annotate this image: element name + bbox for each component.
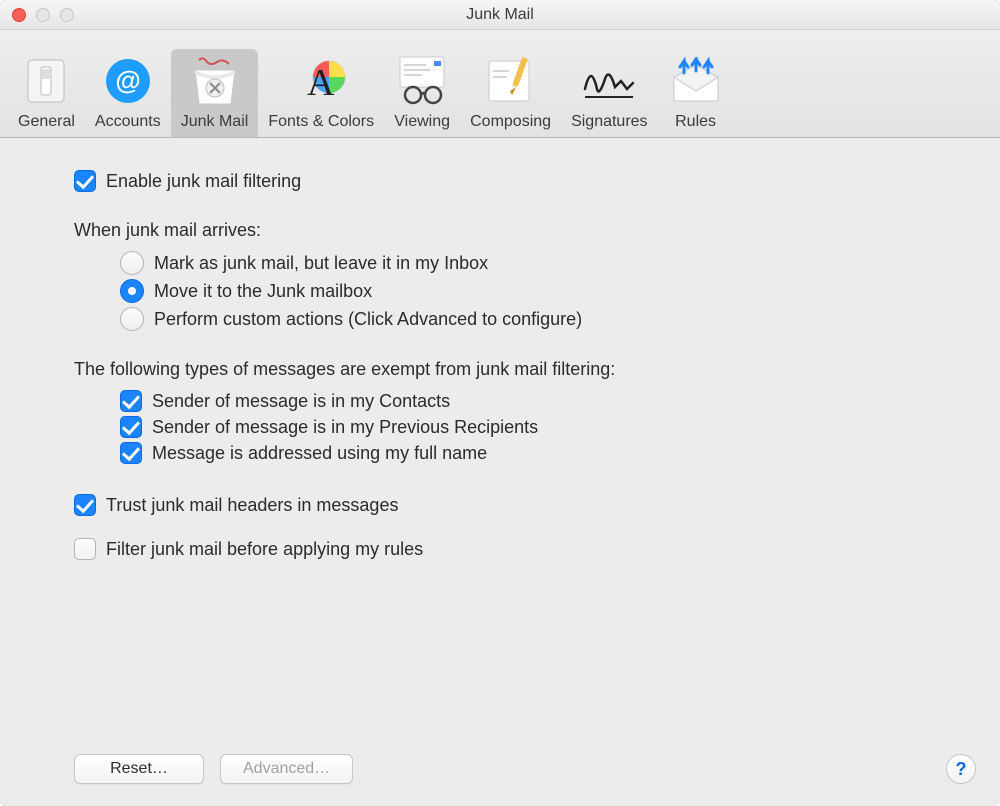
fonts-colors-icon: A (293, 53, 349, 109)
enable-filtering-label: Enable junk mail filtering (106, 171, 301, 192)
svg-text:A: A (307, 62, 335, 104)
arrives-radio-mark[interactable] (120, 251, 144, 275)
exempt-contacts-checkbox[interactable] (120, 390, 142, 412)
preferences-toolbar: General @ Accounts (0, 30, 1000, 138)
viewing-icon (394, 53, 450, 109)
accounts-icon: @ (100, 53, 156, 109)
trust-headers-label: Trust junk mail headers in messages (106, 495, 398, 516)
tab-composing[interactable]: Composing (460, 49, 561, 137)
tab-label: Rules (675, 113, 716, 131)
tab-junk-mail[interactable]: Junk Mail (171, 49, 259, 137)
exempt-previous-checkbox[interactable] (120, 416, 142, 438)
tab-label: Junk Mail (181, 113, 249, 131)
tab-accounts[interactable]: @ Accounts (85, 49, 171, 137)
general-icon (18, 53, 74, 109)
arrives-radio-custom[interactable] (120, 307, 144, 331)
arrives-radio-label: Perform custom actions (Click Advanced t… (154, 309, 582, 330)
exempt-fullname-checkbox[interactable] (120, 442, 142, 464)
arrives-radio-move[interactable] (120, 279, 144, 303)
advanced-button[interactable]: Advanced… (220, 754, 353, 784)
exempt-checkbox-label: Message is addressed using my full name (152, 443, 487, 464)
exempt-heading: The following types of messages are exem… (74, 359, 966, 380)
enable-filtering-checkbox[interactable] (74, 170, 96, 192)
tab-label: General (18, 113, 75, 131)
filter-before-rules-checkbox[interactable] (74, 538, 96, 560)
tab-general[interactable]: General (8, 49, 85, 137)
junk-mail-icon (187, 53, 243, 109)
svg-text:@: @ (115, 65, 140, 95)
arrives-option-custom: Perform custom actions (Click Advanced t… (120, 307, 966, 331)
preferences-window: Junk Mail General @ Accounts (0, 0, 1000, 806)
reset-button[interactable]: Reset… (74, 754, 204, 784)
tab-rules[interactable]: Rules (658, 49, 734, 137)
trust-headers-checkbox[interactable] (74, 494, 96, 516)
titlebar: Junk Mail (0, 0, 1000, 30)
tab-label: Accounts (95, 113, 161, 131)
signatures-icon (581, 53, 637, 109)
tab-label: Viewing (394, 113, 450, 131)
help-button[interactable]: ? (946, 754, 976, 784)
arrives-option-move: Move it to the Junk mailbox (120, 279, 966, 303)
window-title: Junk Mail (0, 6, 1000, 24)
window-controls (12, 8, 74, 22)
arrives-radio-label: Move it to the Junk mailbox (154, 281, 372, 302)
tab-fonts-colors[interactable]: A Fonts & Colors (258, 49, 384, 137)
footer-buttons: Reset… Advanced… (74, 754, 353, 784)
exempt-checkbox-label: Sender of message is in my Previous Reci… (152, 417, 538, 438)
tab-signatures[interactable]: Signatures (561, 49, 658, 137)
window-zoom-button[interactable] (60, 8, 74, 22)
exempt-previous-row: Sender of message is in my Previous Reci… (120, 416, 966, 438)
exempt-checkbox-label: Sender of message is in my Contacts (152, 391, 450, 412)
window-minimize-button[interactable] (36, 8, 50, 22)
arrives-option-mark: Mark as junk mail, but leave it in my In… (120, 251, 966, 275)
arrives-radio-label: Mark as junk mail, but leave it in my In… (154, 253, 488, 274)
enable-filtering-row: Enable junk mail filtering (74, 170, 966, 192)
exempt-contacts-row: Sender of message is in my Contacts (120, 390, 966, 412)
filter-before-rules-label: Filter junk mail before applying my rule… (106, 539, 423, 560)
window-close-button[interactable] (12, 8, 26, 22)
tab-label: Composing (470, 113, 551, 131)
composing-icon (483, 53, 539, 109)
preferences-content: Enable junk mail filtering When junk mai… (0, 138, 1000, 806)
exempt-fullname-row: Message is addressed using my full name (120, 442, 966, 464)
trust-headers-row: Trust junk mail headers in messages (74, 494, 966, 516)
tab-label: Fonts & Colors (268, 113, 374, 131)
arrives-heading: When junk mail arrives: (74, 220, 966, 241)
rules-icon (668, 53, 724, 109)
tab-label: Signatures (571, 113, 648, 131)
tab-viewing[interactable]: Viewing (384, 49, 460, 137)
filter-before-rules-row: Filter junk mail before applying my rule… (74, 538, 966, 560)
